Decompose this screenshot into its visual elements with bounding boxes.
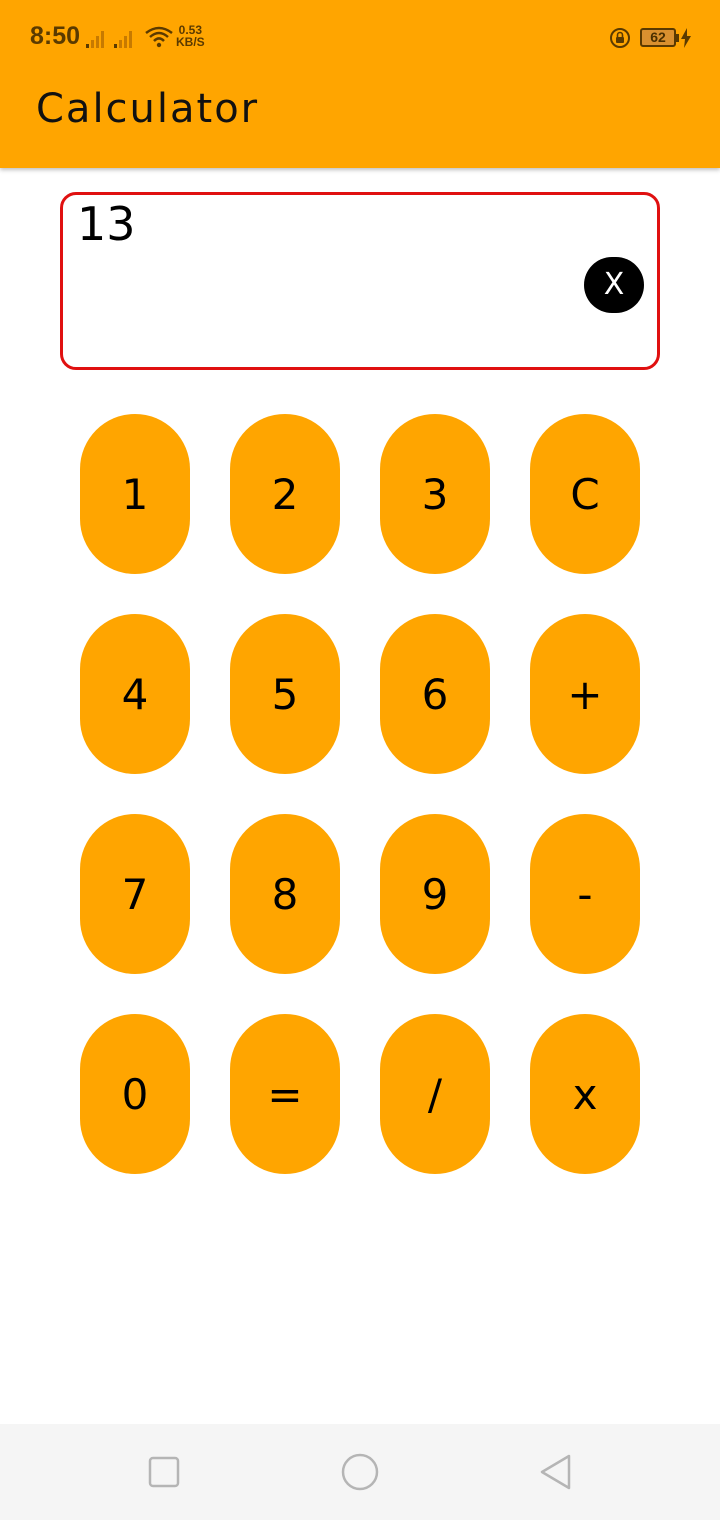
battery-level: 62: [650, 29, 666, 45]
status-bar: 8:50 0.53 KB/S 62: [0, 0, 720, 76]
display-value: 13: [77, 197, 136, 251]
key-equals[interactable]: =: [230, 1014, 340, 1174]
key-7[interactable]: 7: [80, 814, 190, 974]
key-clear[interactable]: C: [530, 414, 640, 574]
network-speed-unit: KB/S: [176, 35, 205, 49]
network-speed: 0.53 KB/S: [176, 24, 205, 48]
key-multiply[interactable]: x: [530, 1014, 640, 1174]
key-3[interactable]: 3: [380, 414, 490, 574]
key-5[interactable]: 5: [230, 614, 340, 774]
calculator-display[interactable]: 13 X: [60, 192, 660, 370]
key-plus[interactable]: +: [530, 614, 640, 774]
recents-square-icon[interactable]: [144, 1452, 184, 1492]
charging-icon: [681, 28, 691, 48]
key-4[interactable]: 4: [80, 614, 190, 774]
key-minus[interactable]: -: [530, 814, 640, 974]
key-2[interactable]: 2: [230, 414, 340, 574]
key-8[interactable]: 8: [230, 814, 340, 974]
key-9[interactable]: 9: [380, 814, 490, 974]
battery-tip: [676, 34, 679, 42]
key-1[interactable]: 1: [80, 414, 190, 574]
keypad: 1 2 3 C 4 5 6 + 7 8 9 - 0 = / x: [80, 414, 640, 1174]
navigation-bar: [0, 1424, 720, 1520]
clear-display-button[interactable]: X: [584, 257, 644, 313]
app-title: Calculator: [36, 86, 260, 132]
battery-icon: 62: [640, 28, 676, 47]
wifi-icon: [145, 26, 173, 48]
signal-icon: [114, 31, 132, 48]
key-0[interactable]: 0: [80, 1014, 190, 1174]
signal-icon: [86, 31, 104, 48]
home-circle-icon[interactable]: [340, 1452, 380, 1492]
rotation-lock-icon: [610, 28, 630, 48]
key-6[interactable]: 6: [380, 614, 490, 774]
app-bar: 8:50 0.53 KB/S 62 Calculator: [0, 0, 720, 168]
key-divide[interactable]: /: [380, 1014, 490, 1174]
status-time: 8:50: [30, 22, 81, 50]
back-triangle-icon[interactable]: [536, 1452, 576, 1492]
